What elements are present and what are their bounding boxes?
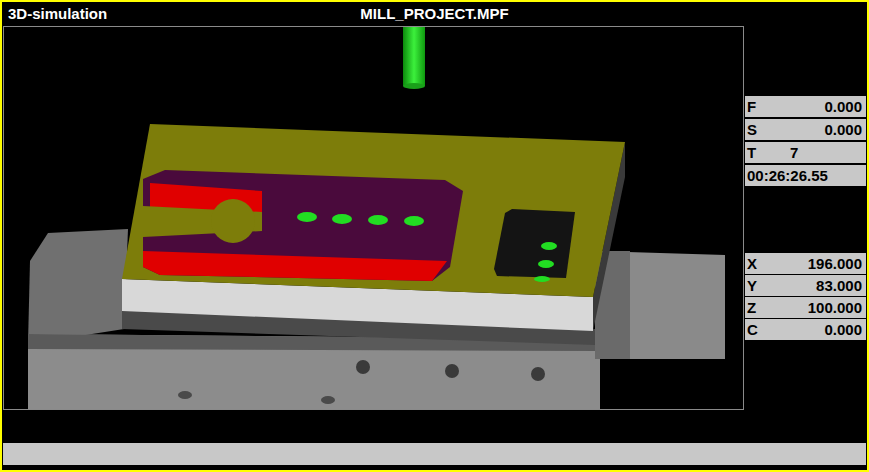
field-label: T xyxy=(747,143,787,163)
status-fields: F0.000S0.000T700:26:26.55 xyxy=(745,96,866,186)
field-value: 196.000 xyxy=(787,254,864,274)
workpiece-simulation-icon xyxy=(4,27,743,409)
field-value: 00:26:26.55 xyxy=(747,166,828,186)
field-value: 0.000 xyxy=(787,120,864,140)
field-value: 7 xyxy=(787,143,798,163)
viewport[interactable] xyxy=(3,26,744,410)
status-field: X196.000 xyxy=(745,253,866,274)
bottom-gap xyxy=(2,410,867,443)
status-field: Z100.000 xyxy=(745,297,866,318)
message-bar xyxy=(3,443,866,465)
field-label: Z xyxy=(747,298,787,318)
status-field: S0.000 xyxy=(745,119,866,140)
main-area: F0.000S0.000T700:26:26.55 X196.000Y83.00… xyxy=(2,26,867,410)
field-label: X xyxy=(747,254,787,274)
panel-spacer xyxy=(745,26,866,96)
status-field: C0.000 xyxy=(745,319,866,340)
status-panel: F0.000S0.000T700:26:26.55 X196.000Y83.00… xyxy=(745,26,866,410)
field-label: F xyxy=(747,97,787,117)
status-field: F0.000 xyxy=(745,96,866,117)
axis-fields: X196.000Y83.000Z100.000C0.000 xyxy=(745,253,866,340)
window-title: 3D-simulation xyxy=(2,3,290,26)
screen: 3D-simulation MILL_PROJECT.MPF xyxy=(0,0,869,472)
program-name: MILL_PROJECT.MPF xyxy=(290,3,578,26)
status-field: Y83.000 xyxy=(745,275,866,296)
field-value: 83.000 xyxy=(787,276,864,296)
status-field: 00:26:26.55 xyxy=(745,165,866,186)
title-bar: 3D-simulation MILL_PROJECT.MPF xyxy=(2,2,867,26)
status-field: T7 xyxy=(745,142,866,163)
field-value: 0.000 xyxy=(787,320,864,340)
field-value: 0.000 xyxy=(787,97,864,117)
field-label: Y xyxy=(747,276,787,296)
field-label: S xyxy=(747,120,787,140)
field-label: C xyxy=(747,320,787,340)
field-value: 100.000 xyxy=(787,298,864,318)
